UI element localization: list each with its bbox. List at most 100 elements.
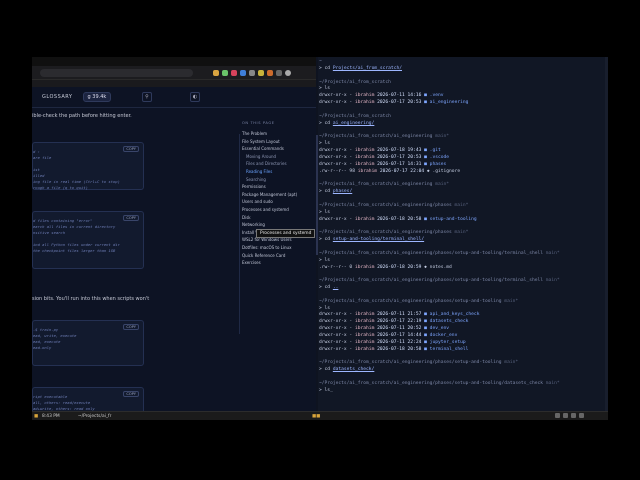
- volume-icon[interactable]: [563, 413, 568, 418]
- battery-icon[interactable]: [571, 413, 576, 418]
- copy-button[interactable]: COPY: [123, 146, 139, 152]
- toc-item[interactable]: Users and sudo: [242, 198, 314, 206]
- terminal-text: main*: [435, 134, 450, 140]
- terminal-text: ibrahim: [354, 333, 375, 338]
- terminal-text: ■ datasets_check: [424, 319, 469, 325]
- code-line: d :: [33, 149, 40, 154]
- terminal-line: > ls_: [319, 388, 333, 393]
- extensions-area: [213, 69, 291, 76]
- toc-item[interactable]: Processes and systemd: [242, 206, 314, 214]
- terminal-text: ibrahim: [354, 154, 375, 160]
- terminal-text: drwxr-xr-x -: [319, 148, 355, 154]
- terminal-text: ~/Projects/ai_from_scratch: [319, 113, 391, 119]
- doc-content: ible-check the path before hitting enter…: [32, 107, 236, 411]
- terminal-text: 2026-07-17 20:53: [374, 154, 425, 160]
- terminal-text: ibrahim: [354, 264, 375, 270]
- extension-icon[interactable]: [240, 69, 246, 76]
- extension-icon[interactable]: [222, 69, 228, 76]
- toc-item[interactable]: Essential Commands: [242, 145, 314, 153]
- terminal-line: > ls: [319, 141, 330, 146]
- terminal-text: ibrahim: [357, 168, 378, 174]
- terminal-line: ~/Projects/ai_from_scratch/ai_engineerin…: [319, 381, 560, 386]
- terminal-text: > ls: [319, 257, 331, 263]
- toc-item[interactable]: File System Layout: [242, 138, 314, 146]
- terminal-line: .rw-r--r-- 0 ibrahim 2026-07-18 20:59 ◆ …: [319, 265, 452, 270]
- terminal-text: ibrahim: [354, 100, 375, 106]
- browser-tab-strip[interactable]: [32, 57, 316, 66]
- extension-icon[interactable]: [213, 69, 219, 76]
- terminal-line: drwxr-xr-x - ibrahim 2026-07-17 14:31 ■ …: [319, 162, 446, 167]
- profile-avatar[interactable]: [285, 69, 291, 76]
- terminal-text: ..: [332, 285, 339, 291]
- toc-item[interactable]: Quick Reference Card: [242, 252, 314, 260]
- theme-toggle-icon[interactable]: ◐: [190, 92, 200, 102]
- extension-icon[interactable]: [231, 69, 237, 76]
- terminal-text: ■ .git: [424, 148, 441, 154]
- toc-item[interactable]: The Problem: [242, 130, 314, 138]
- terminal-text: drwxr-xr-x -: [319, 339, 355, 345]
- terminal-text: drwxr-xr-x -: [319, 346, 355, 352]
- terminal-scrollbar[interactable]: [605, 57, 608, 411]
- terminal-window[interactable]: ~ > cd Projects/ai_from_scratch/~/Project…: [318, 57, 608, 411]
- terminal-text: ■ terminal_shell: [424, 346, 469, 352]
- terminal-text: ibrahim: [354, 93, 375, 99]
- terminal-text: ◆ .gitignore: [426, 168, 461, 174]
- terminal-line: drwxr-xr-x - ibrahim 2026-07-17 22:19 ■ …: [319, 319, 468, 324]
- terminal-text: ibrahim: [354, 339, 375, 345]
- code-line: -$ train.py: [33, 327, 59, 332]
- terminal-text: > ls_: [319, 387, 333, 393]
- terminal-text: ~/Projects/ai_from_scratch: [319, 79, 391, 85]
- code-block: COPY ript executable all, others: read/ex…: [32, 387, 144, 411]
- copy-button[interactable]: COPY: [123, 391, 139, 397]
- power-icon[interactable]: [579, 413, 584, 418]
- github-stars-button[interactable]: g 39.4k: [82, 92, 112, 102]
- terminal-text: main*: [454, 230, 469, 236]
- terminal-text: 2026-07-11 14:16: [374, 93, 425, 99]
- toc-item[interactable]: Package Management (apt): [242, 191, 314, 199]
- terminal-text: ~/Projects/ai_from_scratch/ai_engineerin…: [319, 134, 436, 140]
- extension-icon[interactable]: [258, 69, 264, 76]
- toc-item[interactable]: Permissions: [242, 183, 314, 191]
- terminal-text: drwxr-xr-x -: [319, 100, 355, 106]
- extension-icon[interactable]: [249, 69, 255, 76]
- code-block: COPY d files containing "error" earch all…: [32, 211, 144, 269]
- terminal-text: ibrahim: [354, 326, 375, 332]
- toc-item[interactable]: Exercises: [242, 259, 314, 267]
- taskbar-window-button[interactable]: ~/Projects/ai_fr: [78, 413, 111, 420]
- terminal-text: > cd: [319, 65, 333, 71]
- terminal-line: drwxr-xr-x - ibrahim 2026-07-17 20:53 ■ …: [319, 100, 468, 105]
- terminal-text: > cd: [319, 367, 333, 373]
- network-icon[interactable]: [555, 413, 560, 418]
- terminal-text: ■ .venv: [424, 93, 444, 99]
- toc-item[interactable]: Reading Files: [242, 168, 314, 176]
- terminal-text: > cd: [319, 189, 333, 195]
- toc-item[interactable]: Files and Directories: [242, 160, 314, 168]
- terminal-line: ~/Projects/ai_from_scratch/ai_engineerin…: [319, 299, 518, 304]
- system-tray: [552, 413, 584, 420]
- search-icon[interactable]: ⚲: [142, 92, 152, 102]
- code-line: illed: [33, 173, 45, 178]
- toc-item[interactable]: Disk: [242, 214, 314, 222]
- toc-item[interactable]: Networking: [242, 221, 314, 229]
- terminal-text: main*: [545, 380, 560, 386]
- code-line: ead, execute: [33, 339, 61, 344]
- terminal-text: ~/Projects/ai_from_scratch/ai_engineerin…: [319, 182, 436, 188]
- copy-button[interactable]: COPY: [123, 324, 139, 330]
- code-line: nsitive search: [33, 230, 66, 235]
- terminal-line: ~/Projects/ai_from_scratch/ai_engineerin…: [319, 182, 449, 187]
- start-icon[interactable]: ■: [34, 413, 38, 420]
- extension-icon[interactable]: [276, 69, 282, 76]
- toc-item[interactable]: Dotfiles: macOS to Linux: [242, 244, 314, 252]
- terminal-text: ~/Projects/ai_from_scratch/ai_engineerin…: [319, 202, 455, 208]
- code-line: all, others: read/execute: [33, 400, 91, 405]
- address-bar[interactable]: [40, 68, 193, 77]
- glossary-link[interactable]: GLOSSARY: [42, 94, 73, 100]
- toc-item[interactable]: Searching: [242, 176, 314, 184]
- terminal-line: > cd Projects/ai_from_scratch/: [319, 66, 402, 71]
- code-line: ind all Python files under current dir: [33, 242, 120, 247]
- toc-item[interactable]: Moving Around: [242, 153, 314, 161]
- terminal-text: > ls: [319, 209, 331, 215]
- workspace-indicator-icon[interactable]: ■■: [312, 413, 320, 420]
- copy-button[interactable]: COPY: [123, 215, 139, 221]
- extension-icon[interactable]: [267, 69, 273, 76]
